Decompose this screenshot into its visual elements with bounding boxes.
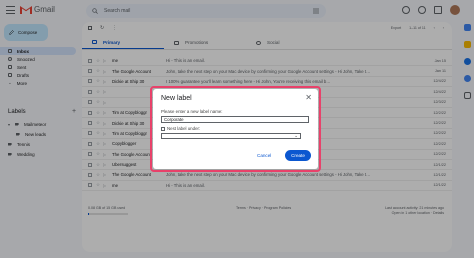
dialog-prompt: Please enter a new label name: bbox=[161, 109, 223, 114]
chevron-down-icon: ⌄ bbox=[294, 133, 298, 138]
new-label-dialog: New label ✕ Please enter a new label nam… bbox=[153, 89, 318, 169]
nest-label-option[interactable]: Nest label under: bbox=[161, 126, 200, 131]
parent-label-select[interactable]: ⌄ bbox=[161, 133, 301, 139]
create-button[interactable]: Create bbox=[285, 150, 311, 161]
nest-label-text: Nest label under: bbox=[167, 126, 201, 131]
label-name-input[interactable]: Corporate bbox=[161, 116, 309, 123]
cancel-button[interactable]: Cancel bbox=[257, 153, 271, 158]
close-icon[interactable]: ✕ bbox=[305, 94, 312, 102]
dialog-title: New label bbox=[161, 95, 192, 102]
nest-label-checkbox[interactable] bbox=[161, 126, 165, 131]
